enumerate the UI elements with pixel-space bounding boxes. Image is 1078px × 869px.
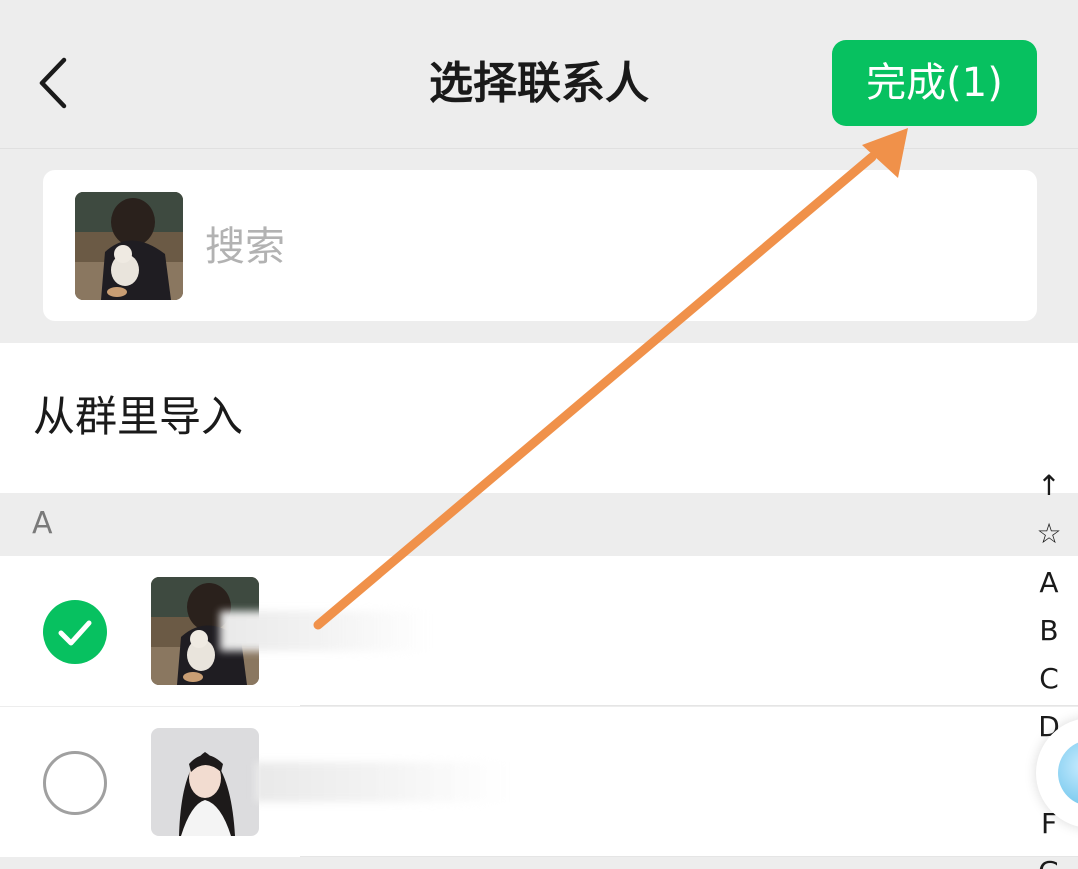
index-item-a[interactable]: A [1024, 559, 1074, 607]
contact-picker-screen: 选择联系人 完成(1) 从群里导入 A [0, 0, 1078, 869]
nav-header: 选择联系人 完成(1) [0, 0, 1078, 149]
contact-avatar [151, 728, 259, 836]
selected-contact-avatar[interactable] [75, 192, 183, 300]
avatar-photo [75, 192, 183, 300]
import-from-group-row[interactable]: 从群里导入 [0, 343, 1078, 493]
checkbox-unchecked[interactable] [43, 751, 107, 815]
search-input[interactable] [203, 210, 907, 284]
contact-name-redacted [255, 762, 505, 802]
contact-name-redacted [220, 611, 430, 651]
import-from-group-label: 从群里导入 [33, 392, 244, 441]
row-divider [300, 705, 1078, 706]
search-bar [43, 170, 1037, 321]
index-item-g[interactable]: G [1024, 848, 1074, 869]
section-letter: A [32, 506, 53, 541]
checkbox-checked[interactable] [43, 600, 107, 664]
assistant-icon [1058, 740, 1078, 806]
index-item-b[interactable]: B [1024, 607, 1074, 655]
index-item-c[interactable]: C [1024, 655, 1074, 703]
avatar-photo [151, 728, 259, 836]
index-item-top[interactable]: ↑ [1024, 462, 1074, 510]
checkmark-icon [58, 620, 92, 646]
contact-row[interactable] [0, 707, 1078, 857]
done-button[interactable]: 完成(1) [832, 40, 1037, 126]
index-item-star[interactable]: ☆ [1024, 510, 1074, 558]
section-header: A [0, 494, 1078, 556]
contact-row[interactable] [0, 556, 1078, 706]
row-divider [300, 856, 1078, 857]
